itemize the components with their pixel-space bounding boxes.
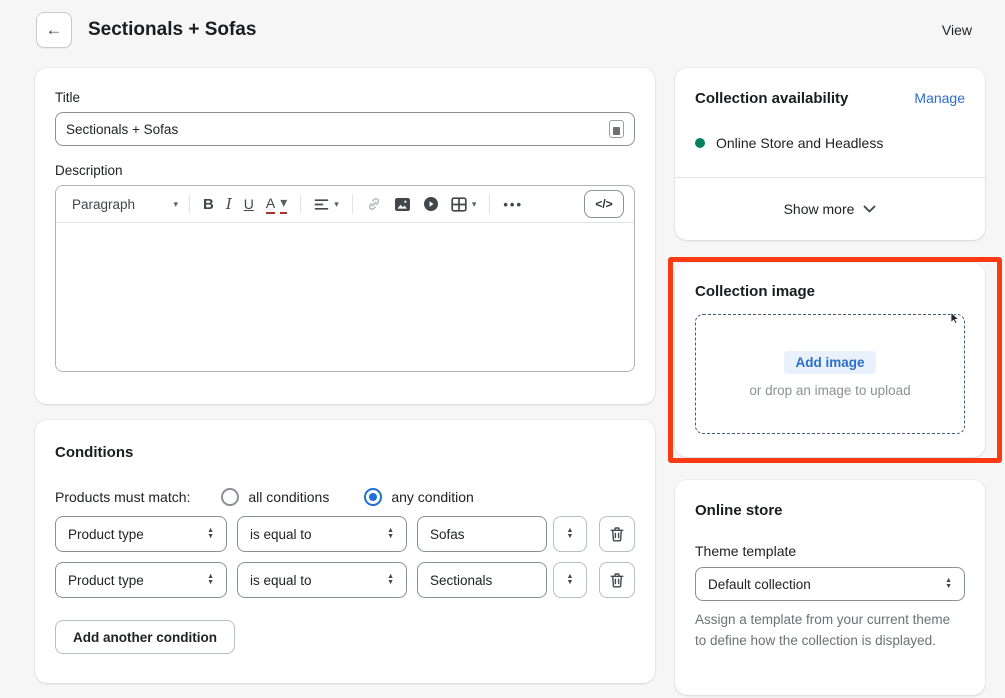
theme-template-helper-text: Assign a template from your current them… bbox=[695, 610, 965, 652]
trash-icon bbox=[609, 526, 625, 543]
theme-template-select[interactable]: Default collection ▲▼ bbox=[695, 567, 965, 601]
condition-value-input[interactable] bbox=[417, 516, 547, 552]
products-match-row: Products must match: all conditions any … bbox=[55, 488, 635, 506]
condition-field-select[interactable]: Product type ▲▼ bbox=[55, 562, 227, 598]
condition-value-picker-button[interactable]: ▲▼ bbox=[553, 562, 587, 598]
online-store-card: Online store Theme template Default coll… bbox=[675, 480, 985, 695]
page-title: Sectionals + Sofas bbox=[88, 19, 256, 41]
radio-unchecked-icon bbox=[221, 488, 239, 506]
condition-row: Product type ▲▼ is equal to ▲▼ ▲▼ bbox=[55, 562, 635, 598]
description-editor: Paragraph ▾ B I U A ▾ ▾ bbox=[55, 185, 635, 372]
collection-image-heading: Collection image bbox=[695, 283, 965, 300]
sales-channel-label: Online Store and Headless bbox=[716, 135, 883, 151]
condition-value-input[interactable] bbox=[417, 562, 547, 598]
chevron-down-icon: ▾ bbox=[472, 199, 477, 210]
insert-table-button[interactable]: ▾ bbox=[445, 197, 483, 212]
toolbar-divider bbox=[489, 194, 490, 214]
show-more-button[interactable]: Show more bbox=[675, 178, 985, 240]
conditions-heading: Conditions bbox=[55, 444, 635, 461]
bold-button[interactable]: B bbox=[197, 196, 220, 213]
chevron-down-icon: ▾ bbox=[173, 199, 178, 210]
condition-operator-select[interactable]: is equal to ▲▼ bbox=[237, 516, 407, 552]
play-video-icon bbox=[423, 196, 439, 212]
insert-video-button[interactable] bbox=[417, 196, 445, 212]
code-view-button[interactable]: </> bbox=[584, 190, 624, 218]
show-more-label: Show more bbox=[784, 201, 855, 217]
online-store-heading: Online store bbox=[695, 502, 965, 519]
chevron-down-icon: ▾ bbox=[334, 199, 339, 210]
radio-all-label: all conditions bbox=[248, 489, 329, 505]
description-textarea[interactable] bbox=[56, 223, 634, 371]
paragraph-style-label: Paragraph bbox=[72, 197, 135, 212]
theme-template-value: Default collection bbox=[708, 577, 811, 592]
condition-operator-select[interactable]: is equal to ▲▼ bbox=[237, 562, 407, 598]
underline-button[interactable]: U bbox=[238, 196, 260, 212]
title-input-wrap bbox=[55, 112, 635, 146]
title-input[interactable] bbox=[66, 122, 609, 137]
title-label: Title bbox=[55, 90, 635, 105]
text-color-label: A bbox=[266, 195, 275, 214]
image-dropzone[interactable]: Add image or drop an image to upload bbox=[695, 314, 965, 434]
insert-link-button[interactable] bbox=[360, 196, 388, 212]
condition-value-picker-button[interactable]: ▲▼ bbox=[553, 516, 587, 552]
radio-all-conditions[interactable]: all conditions bbox=[212, 488, 329, 506]
availability-heading: Collection availability bbox=[695, 90, 848, 107]
availability-header: Collection availability Manage bbox=[675, 68, 985, 107]
collection-image-card: Collection image Add image or drop an im… bbox=[675, 263, 985, 457]
description-label: Description bbox=[55, 163, 635, 178]
collection-availability-card: Collection availability Manage Online St… bbox=[675, 68, 985, 240]
chevron-down-icon bbox=[863, 205, 876, 213]
image-icon bbox=[394, 197, 411, 212]
alignment-button[interactable]: ▾ bbox=[308, 198, 345, 211]
products-match-label: Products must match: bbox=[55, 489, 190, 505]
table-icon bbox=[451, 197, 467, 212]
toolbar-divider bbox=[300, 194, 301, 214]
select-updown-icon: ▲▼ bbox=[207, 574, 214, 586]
toolbar-divider bbox=[352, 194, 353, 214]
italic-button[interactable]: I bbox=[220, 195, 238, 213]
add-another-condition-button[interactable]: Add another condition bbox=[55, 620, 235, 654]
insert-image-button[interactable] bbox=[388, 197, 417, 212]
radio-any-condition[interactable]: any condition bbox=[355, 488, 474, 506]
theme-template-label: Theme template bbox=[695, 543, 965, 559]
manage-link[interactable]: Manage bbox=[914, 90, 965, 106]
paragraph-style-dropdown[interactable]: Paragraph ▾ bbox=[66, 197, 182, 212]
drop-image-hint: or drop an image to upload bbox=[749, 383, 910, 398]
back-arrow-icon: ← bbox=[46, 20, 63, 40]
radio-any-label: any condition bbox=[391, 489, 474, 505]
select-updown-icon: ▲▼ bbox=[567, 528, 574, 540]
delete-condition-button[interactable] bbox=[599, 562, 635, 598]
condition-field-value: Product type bbox=[68, 573, 144, 588]
sales-channel-row: Online Store and Headless bbox=[675, 135, 985, 151]
condition-operator-value: is equal to bbox=[250, 573, 312, 588]
chevron-down-icon: ▾ bbox=[280, 194, 287, 214]
mouse-cursor-icon bbox=[950, 312, 962, 326]
condition-field-select[interactable]: Product type ▲▼ bbox=[55, 516, 227, 552]
link-icon bbox=[366, 196, 382, 212]
editor-toolbar: Paragraph ▾ B I U A ▾ ▾ bbox=[56, 186, 634, 223]
text-color-button[interactable]: A ▾ bbox=[260, 194, 293, 214]
select-updown-icon: ▲▼ bbox=[567, 574, 574, 586]
browser-extension-icon[interactable] bbox=[609, 120, 624, 138]
trash-icon bbox=[609, 572, 625, 589]
condition-row: Product type ▲▼ is equal to ▲▼ ▲▼ bbox=[55, 516, 635, 552]
back-button[interactable]: ← bbox=[36, 12, 72, 48]
add-image-button[interactable]: Add image bbox=[784, 351, 875, 374]
status-dot-icon bbox=[695, 138, 705, 148]
delete-condition-button[interactable] bbox=[599, 516, 635, 552]
conditions-card: Conditions Products must match: all cond… bbox=[35, 420, 655, 683]
select-updown-icon: ▲▼ bbox=[387, 574, 394, 586]
condition-field-value: Product type bbox=[68, 527, 144, 542]
select-updown-icon: ▲▼ bbox=[945, 578, 952, 590]
condition-operator-value: is equal to bbox=[250, 527, 312, 542]
toolbar-divider bbox=[189, 194, 190, 214]
view-link[interactable]: View bbox=[942, 22, 972, 38]
select-updown-icon: ▲▼ bbox=[387, 528, 394, 540]
select-updown-icon: ▲▼ bbox=[207, 528, 214, 540]
radio-checked-icon bbox=[364, 488, 382, 506]
align-left-icon bbox=[314, 198, 329, 211]
more-options-icon[interactable]: ••• bbox=[497, 197, 529, 212]
collection-edit-page: ← Sectionals + Sofas View Title Descript… bbox=[0, 0, 1005, 698]
collection-details-card: Title Description Paragraph ▾ B I U A ▾ bbox=[35, 68, 655, 404]
